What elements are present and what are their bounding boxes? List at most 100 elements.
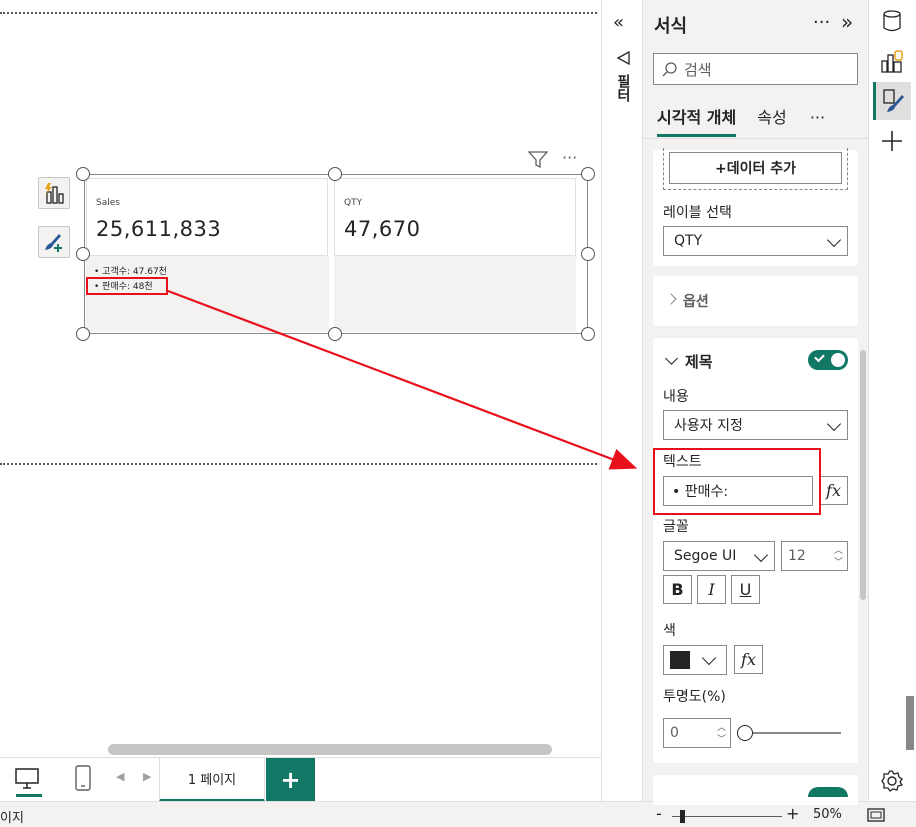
prev-page-icon[interactable]: ◀ bbox=[116, 770, 124, 783]
label-select-value: QTY bbox=[674, 233, 703, 249]
color-swatch bbox=[670, 651, 690, 669]
tile-value: 47,670 bbox=[344, 217, 421, 241]
transparency-slider-track[interactable] bbox=[745, 732, 841, 734]
chevron-down-icon bbox=[826, 416, 842, 432]
content-value: 사용자 지정 bbox=[674, 418, 743, 434]
settings-button[interactable] bbox=[873, 762, 911, 800]
chevron-right-icon bbox=[665, 293, 677, 305]
font-size-input[interactable]: 12 ︿ ﹀ bbox=[781, 541, 848, 571]
format-brush-icon bbox=[882, 89, 904, 112]
transparency-input[interactable]: 0 ︿ ﹀ bbox=[663, 718, 731, 748]
data-labels-section: +데이터 추가 레이블 선택 QTY bbox=[653, 148, 858, 266]
spin-down-icon[interactable]: ﹀ bbox=[717, 732, 726, 745]
label-select-title: 레이블 선택 bbox=[663, 205, 732, 221]
italic-button[interactable]: I bbox=[697, 575, 726, 604]
next-section[interactable] bbox=[653, 775, 858, 805]
bold-button[interactable]: B bbox=[663, 575, 692, 604]
zoom-slider-thumb[interactable] bbox=[680, 810, 685, 823]
tile-label: QTY bbox=[344, 198, 363, 208]
resize-handle[interactable] bbox=[581, 327, 595, 341]
tile-value: 25,611,833 bbox=[96, 217, 222, 241]
format-pane-button[interactable] bbox=[873, 82, 911, 120]
color-label: 색 bbox=[663, 623, 676, 639]
visual-build-button[interactable] bbox=[38, 177, 70, 209]
tab-general[interactable]: 속성 bbox=[757, 108, 786, 127]
fit-to-page-icon[interactable] bbox=[866, 807, 886, 823]
pane-title: 서식 bbox=[654, 16, 688, 37]
page-tab-1[interactable]: 1 페이지 bbox=[159, 758, 265, 802]
search-input[interactable]: 검색 bbox=[653, 53, 858, 85]
reference-line: • 고객수: 47.67천 bbox=[94, 267, 167, 277]
zoom-out-button[interactable]: - bbox=[656, 804, 662, 823]
transparency-label: 투명도(%) bbox=[663, 689, 726, 705]
format-tabs: 시각적 개체 속성 ··· bbox=[657, 104, 825, 137]
tabs-more-icon[interactable]: ··· bbox=[810, 108, 825, 127]
color-fx-button[interactable]: fx bbox=[734, 645, 763, 674]
card-tile-qty[interactable]: QTY 47,670 bbox=[334, 178, 576, 256]
database-icon bbox=[883, 10, 901, 32]
view-selected-indicator bbox=[16, 794, 42, 797]
report-canvas[interactable]: ··· Sales 25,611,833 QTY 47,670 • 고객수: 4… bbox=[0, 0, 601, 755]
filter-icon[interactable] bbox=[528, 150, 548, 168]
font-size-value: 12 bbox=[788, 548, 806, 564]
divider bbox=[643, 138, 869, 139]
font-family-dropdown[interactable]: Segoe UI bbox=[663, 541, 775, 571]
zoom-level: 50% bbox=[813, 807, 842, 822]
search-icon bbox=[662, 62, 677, 77]
chevron-down-icon bbox=[826, 232, 842, 248]
text-fx-button[interactable]: fx bbox=[819, 476, 848, 505]
underline-button[interactable]: U bbox=[731, 575, 760, 604]
resize-handle[interactable] bbox=[581, 247, 595, 261]
zoom-slider-track[interactable] bbox=[672, 816, 782, 817]
resize-handle[interactable] bbox=[76, 327, 90, 341]
canvas-top-border bbox=[0, 12, 597, 14]
annotation-highlight-text-field bbox=[653, 448, 821, 515]
add-pane-icon[interactable] bbox=[873, 122, 911, 160]
spin-down-icon[interactable]: ﹀ bbox=[834, 555, 843, 568]
build-visual-button[interactable] bbox=[873, 43, 911, 81]
font-family-value: Segoe UI bbox=[674, 548, 737, 564]
chevron-down-icon bbox=[753, 547, 769, 563]
tab-visual[interactable]: 시각적 개체 bbox=[657, 108, 737, 137]
paintbrush-plus-icon bbox=[45, 234, 62, 252]
next-page-icon[interactable]: ▶ bbox=[143, 770, 151, 783]
transparency-slider-thumb[interactable] bbox=[737, 725, 753, 741]
pane-more-icon[interactable]: ··· bbox=[813, 12, 830, 33]
resize-handle[interactable] bbox=[328, 327, 342, 341]
plus-icon bbox=[882, 131, 902, 151]
zoom-in-button[interactable]: + bbox=[786, 804, 799, 823]
tile-label: Sales bbox=[96, 198, 120, 208]
add-page-button[interactable]: + bbox=[266, 758, 315, 802]
horizontal-scrollbar[interactable] bbox=[108, 744, 552, 755]
resize-handle[interactable] bbox=[581, 167, 595, 181]
chevron-down-icon[interactable] bbox=[665, 352, 678, 365]
filters-collapsed-strip[interactable]: « 필터 bbox=[601, 0, 642, 801]
color-picker[interactable] bbox=[663, 645, 727, 675]
page-tabs-bar: ◀ ▶ 1 페이지 + bbox=[0, 757, 641, 802]
title-toggle[interactable] bbox=[808, 350, 848, 370]
options-section[interactable]: 옵션 bbox=[653, 276, 858, 326]
expand-filters-icon[interactable]: « bbox=[613, 12, 624, 33]
font-label: 글꼴 bbox=[663, 519, 689, 535]
resize-handle[interactable] bbox=[328, 167, 342, 181]
bar-chart-lightning-icon bbox=[45, 183, 64, 204]
mobile-view-icon[interactable] bbox=[74, 764, 92, 792]
filter-funnel-icon bbox=[616, 50, 630, 66]
format-visual-button[interactable] bbox=[38, 226, 70, 258]
label-select-dropdown[interactable]: QTY bbox=[663, 226, 848, 256]
transparency-value: 0 bbox=[670, 725, 679, 741]
desktop-view-icon[interactable] bbox=[14, 767, 40, 791]
card-tile-sales[interactable]: Sales 25,611,833 bbox=[86, 178, 328, 256]
data-pane-button[interactable] bbox=[873, 2, 911, 40]
tile-divider bbox=[329, 178, 334, 334]
resize-handle[interactable] bbox=[76, 167, 90, 181]
more-options-icon[interactable]: ··· bbox=[562, 148, 577, 167]
section-toggle[interactable] bbox=[808, 787, 848, 797]
content-label: 내용 bbox=[663, 389, 689, 405]
chevron-down-icon bbox=[701, 650, 717, 666]
resize-handle[interactable] bbox=[76, 247, 90, 261]
content-dropdown[interactable]: 사용자 지정 bbox=[663, 410, 848, 440]
pane-scrollbar[interactable] bbox=[860, 350, 866, 600]
collapse-pane-icon[interactable]: » bbox=[841, 10, 853, 34]
add-data-button[interactable]: +데이터 추가 bbox=[669, 152, 842, 184]
